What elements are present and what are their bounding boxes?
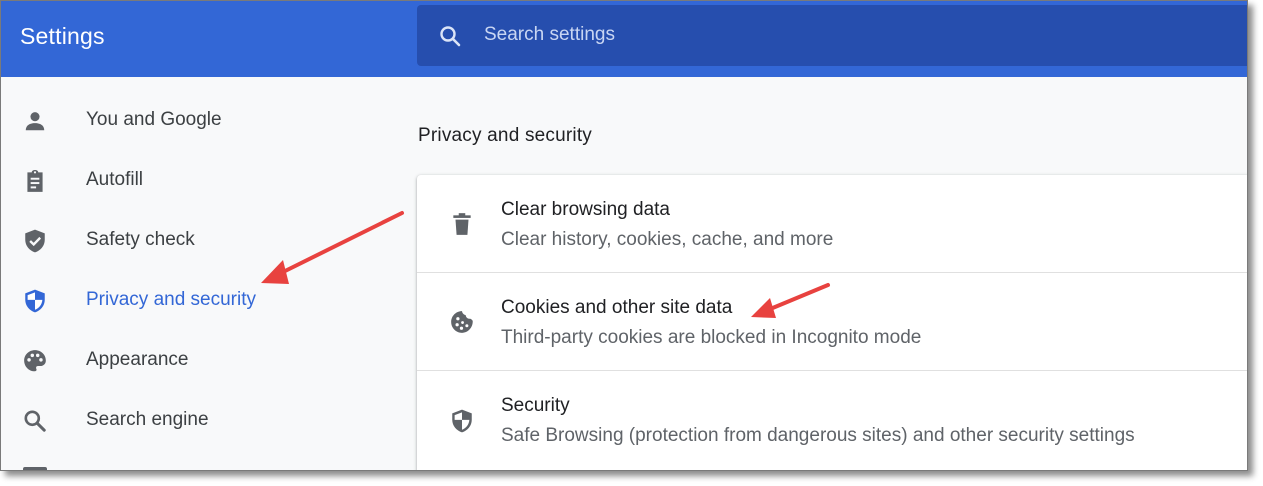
settings-header: Settings (1, 1, 1247, 77)
shield-half-icon (25, 289, 45, 313)
palette-icon (24, 350, 46, 372)
app-title: Settings (20, 23, 105, 49)
clipboard-icon (27, 169, 43, 192)
row-security[interactable]: Security Safe Browsing (protection from … (417, 370, 1247, 468)
sidebar-item-safety-check[interactable]: Safety check (1, 211, 401, 271)
search-box[interactable] (417, 5, 1247, 66)
row-title: Cookies and other site data (501, 297, 733, 318)
cookie-icon (451, 311, 473, 333)
sidebar-item-search-engine[interactable]: Search engine (1, 391, 401, 451)
sidebar-item-partial-icon (23, 467, 47, 470)
sidebar-item-you-and-google[interactable]: You and Google (1, 91, 401, 151)
search-icon[interactable] (438, 24, 462, 48)
search-input[interactable] (484, 19, 1184, 51)
sidebar-item-label: You and Google (86, 109, 222, 130)
row-clear-browsing-data[interactable]: Clear browsing data Clear history, cooki… (417, 175, 1247, 272)
sidebar-item-label: Appearance (86, 349, 189, 370)
row-subtitle: Safe Browsing (protection from dangerous… (501, 425, 1135, 446)
sidebar-item-label: Privacy and security (86, 289, 257, 310)
sidebar-item-label: Autofill (86, 169, 144, 190)
sidebar-item-appearance[interactable]: Appearance (1, 331, 401, 391)
row-subtitle: Third-party cookies are blocked in Incog… (501, 327, 922, 348)
sidebar-item-privacy-and-security[interactable]: Privacy and security (1, 271, 401, 331)
search-icon (24, 410, 46, 432)
sidebar-item-label: Safety check (86, 229, 195, 250)
section-title: Privacy and security (418, 125, 593, 146)
sidebar: You and Google Autofill Safety check Pri… (1, 81, 401, 470)
privacy-card: Clear browsing data Clear history, cooki… (417, 175, 1247, 470)
settings-window: Settings You and Google A (0, 0, 1248, 471)
person-icon (25, 112, 45, 131)
trash-icon (453, 213, 471, 235)
row-title: Security (501, 395, 570, 416)
sidebar-item-autofill[interactable]: Autofill (1, 151, 401, 211)
shield-check-icon (25, 229, 45, 253)
shield-half-icon (452, 409, 472, 433)
row-cookies-and-site-data[interactable]: Cookies and other site data Third-party … (417, 272, 1247, 370)
row-subtitle: Clear history, cookies, cache, and more (501, 229, 834, 250)
row-title: Clear browsing data (501, 199, 670, 220)
sidebar-item-label: Search engine (86, 409, 209, 430)
